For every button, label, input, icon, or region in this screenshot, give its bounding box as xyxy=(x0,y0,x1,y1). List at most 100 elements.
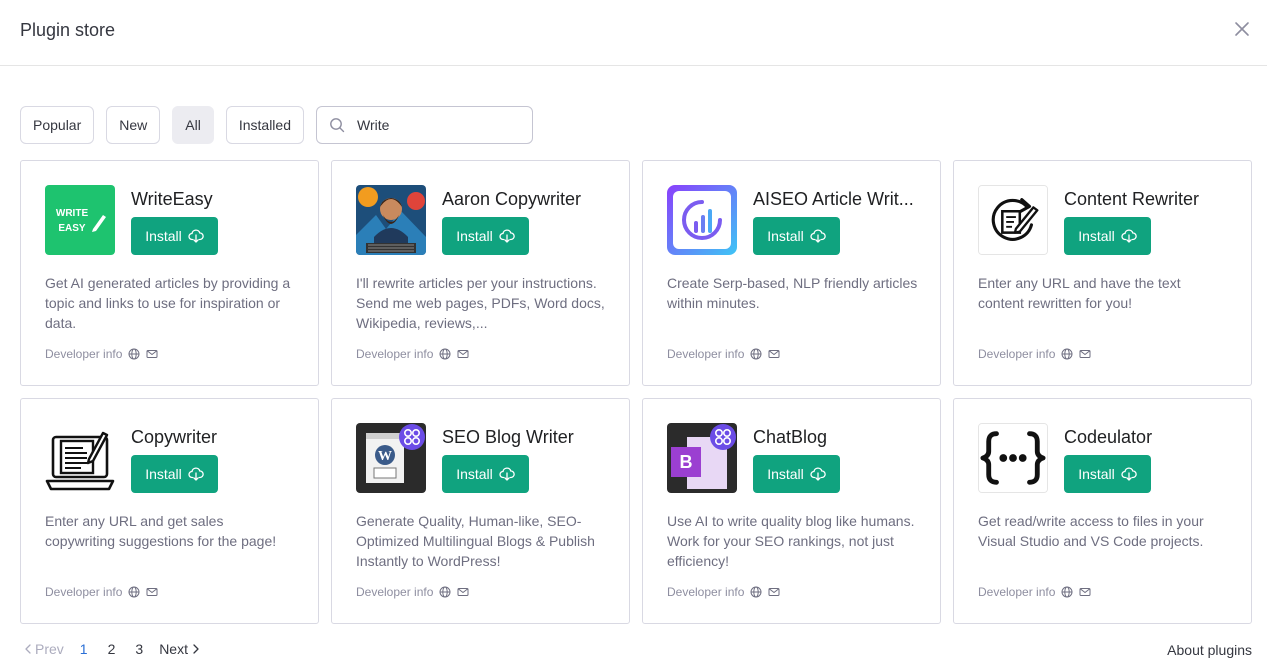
chatblog-logo-letter: B xyxy=(680,452,693,472)
plugin-card: W SEO Blog Writer Install Generate Quali… xyxy=(331,398,630,624)
plugin-description: I'll rewrite articles per your instructi… xyxy=(356,275,605,331)
install-label: Install xyxy=(1078,466,1115,482)
plugin-description: Use AI to write quality blog like humans… xyxy=(667,513,915,569)
developer-info-label: Developer info xyxy=(356,585,434,599)
globe-icon[interactable] xyxy=(439,586,451,598)
developer-info: Developer info xyxy=(667,585,780,599)
globe-icon[interactable] xyxy=(128,586,140,598)
developer-info: Developer info xyxy=(356,585,469,599)
install-label: Install xyxy=(145,228,182,244)
mail-icon[interactable] xyxy=(146,348,158,360)
cloud-download-icon xyxy=(1121,467,1137,481)
chatblog-logo: B xyxy=(667,423,737,493)
developer-info-label: Developer info xyxy=(45,585,123,599)
prev-label: Prev xyxy=(35,641,64,657)
install-label: Install xyxy=(456,466,493,482)
install-button[interactable]: Install xyxy=(131,217,218,255)
mail-icon[interactable] xyxy=(1079,586,1091,598)
next-label: Next xyxy=(159,641,188,657)
plugin-description: Get AI generated articles by providing a… xyxy=(45,275,291,331)
pagination: Prev 1 2 3 Next xyxy=(24,641,200,657)
page-3-button[interactable]: 3 xyxy=(135,641,143,657)
plugin-grid: WRITE EASY WriteEasy Install Get AI gene… xyxy=(20,160,1252,624)
install-button[interactable]: Install xyxy=(1064,455,1151,493)
search-icon xyxy=(330,118,345,133)
filter-popular-button[interactable]: Popular xyxy=(20,106,95,144)
plugin-card: Copywriter Install Enter any URL and get… xyxy=(20,398,319,624)
svg-text:WRITE: WRITE xyxy=(56,208,89,219)
filter-new-button[interactable]: New xyxy=(106,106,161,144)
mail-icon[interactable] xyxy=(146,586,158,598)
globe-icon[interactable] xyxy=(1061,586,1073,598)
mail-icon[interactable] xyxy=(768,348,780,360)
developer-info-label: Developer info xyxy=(356,347,434,361)
globe-icon[interactable] xyxy=(128,348,140,360)
developer-info: Developer info xyxy=(667,347,780,361)
page-1-button[interactable]: 1 xyxy=(80,641,88,657)
plugin-description: Get read/write access to files in your V… xyxy=(978,513,1204,549)
seo-blog-writer-logo: W xyxy=(356,423,426,493)
prev-page-button[interactable]: Prev xyxy=(24,641,64,657)
plugin-name: Codeulator xyxy=(1064,427,1153,447)
install-label: Install xyxy=(767,228,804,244)
cloud-download-icon xyxy=(499,467,515,481)
developer-info-label: Developer info xyxy=(45,347,123,361)
plugin-card: Codeulator Install Get read/write access… xyxy=(953,398,1252,624)
install-label: Install xyxy=(145,466,182,482)
globe-icon[interactable] xyxy=(750,348,762,360)
install-button[interactable]: Install xyxy=(131,455,218,493)
copywriter-logo xyxy=(45,423,115,493)
plugin-description: Enter any URL and get sales copywriting … xyxy=(45,513,277,549)
globe-icon[interactable] xyxy=(439,348,451,360)
next-page-button[interactable]: Next xyxy=(159,641,200,657)
developer-info-label: Developer info xyxy=(667,585,745,599)
codeulator-logo xyxy=(978,423,1048,493)
plugin-name: ChatBlog xyxy=(753,427,828,447)
filter-all-button[interactable]: All xyxy=(172,106,214,144)
svg-text:W: W xyxy=(378,449,392,464)
install-button[interactable]: Install xyxy=(753,455,840,493)
globe-icon[interactable] xyxy=(750,586,762,598)
globe-icon[interactable] xyxy=(1061,348,1073,360)
plugin-name: AISEO Article Writ... xyxy=(753,189,914,209)
plugin-name: Content Rewriter xyxy=(1064,189,1200,209)
cloud-download-icon xyxy=(1121,229,1137,243)
close-icon[interactable] xyxy=(1233,20,1251,38)
modal-title: Plugin store xyxy=(20,20,116,40)
aaron-copywriter-logo xyxy=(356,185,426,255)
developer-info: Developer info xyxy=(356,347,469,361)
about-plugins-link[interactable]: About plugins xyxy=(1167,642,1252,658)
developer-info: Developer info xyxy=(45,585,158,599)
cloud-download-icon xyxy=(188,467,204,481)
cloud-download-icon xyxy=(188,229,204,243)
developer-info: Developer info xyxy=(978,347,1091,361)
mail-icon[interactable] xyxy=(457,586,469,598)
plugin-description: Enter any URL and have the text content … xyxy=(978,275,1181,311)
install-button[interactable]: Install xyxy=(442,217,529,255)
install-button[interactable]: Install xyxy=(442,455,529,493)
mail-icon[interactable] xyxy=(457,348,469,360)
install-label: Install xyxy=(767,466,804,482)
mail-icon[interactable] xyxy=(768,586,780,598)
page-2-button[interactable]: 2 xyxy=(108,641,116,657)
mail-icon[interactable] xyxy=(1079,348,1091,360)
install-button[interactable]: Install xyxy=(753,217,840,255)
plugin-card: Content Rewriter Install Enter any URL a… xyxy=(953,160,1252,386)
install-button[interactable]: Install xyxy=(1064,217,1151,255)
search-box[interactable] xyxy=(316,106,533,144)
developer-info: Developer info xyxy=(45,347,158,361)
modal-header: Plugin store xyxy=(0,0,1267,66)
developer-info-label: Developer info xyxy=(978,585,1056,599)
plugin-card: Aaron Copywriter Install I'll rewrite ar… xyxy=(331,160,630,386)
plugin-card: AISEO Article Writ... Install Create Ser… xyxy=(642,160,941,386)
plugin-name: SEO Blog Writer xyxy=(442,427,574,447)
developer-info: Developer info xyxy=(978,585,1091,599)
cloud-download-icon xyxy=(810,467,826,481)
plugin-description: Create Serp-based, NLP friendly articles… xyxy=(667,275,918,311)
content-rewriter-logo xyxy=(978,185,1048,255)
plugin-name: Copywriter xyxy=(131,427,218,447)
plugin-card: B ChatBlog Install Use AI to write quali… xyxy=(642,398,941,624)
search-input[interactable] xyxy=(357,117,517,133)
filter-installed-button[interactable]: Installed xyxy=(225,106,304,144)
install-label: Install xyxy=(1078,228,1115,244)
